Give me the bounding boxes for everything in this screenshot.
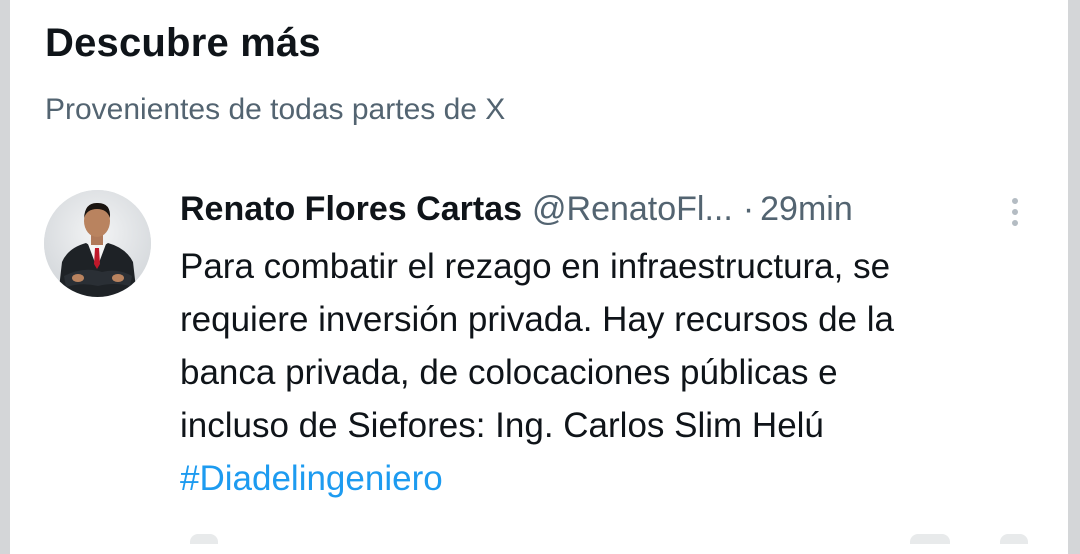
post-text-line: Para combatir el rezago en infraestructu… xyxy=(180,247,891,286)
bookmark-icon[interactable] xyxy=(910,534,950,544)
separator-dot: · xyxy=(742,190,755,228)
more-options-button[interactable] xyxy=(1000,194,1030,230)
post-header: Renato Flores Cartas @RenatoFl... · 29min xyxy=(180,187,1000,231)
share-icon[interactable] xyxy=(1000,534,1028,544)
post-actions-bar xyxy=(10,528,1068,554)
avatar[interactable] xyxy=(44,190,151,297)
post-text-line: banca privada, de colocaciones públicas … xyxy=(180,353,838,392)
post-text-line: requiere inversión privada. Hay recursos… xyxy=(180,300,894,339)
more-vertical-icon xyxy=(1012,198,1018,226)
avatar-portrait-icon xyxy=(44,190,151,297)
section-title: Descubre más xyxy=(45,21,321,65)
section-subtitle: Provenientes de todas partes de X xyxy=(45,93,506,126)
reply-icon[interactable] xyxy=(190,534,218,544)
hashtag-link[interactable]: #Diadelingeniero xyxy=(180,452,1040,505)
author-name[interactable]: Renato Flores Cartas xyxy=(180,190,522,228)
author-handle[interactable]: @RenatoFl... xyxy=(532,190,733,228)
post-text-line: incluso de Siefores: Ing. Carlos Slim He… xyxy=(180,406,824,445)
post-card[interactable]: Renato Flores Cartas @RenatoFl... · 29min P… xyxy=(10,180,1068,530)
post-text: Para combatir el rezago en infraestructu… xyxy=(180,240,1040,505)
post-timestamp[interactable]: 29min xyxy=(760,190,853,228)
discover-more-panel: Descubre más Provenientes de todas parte… xyxy=(0,0,1080,554)
